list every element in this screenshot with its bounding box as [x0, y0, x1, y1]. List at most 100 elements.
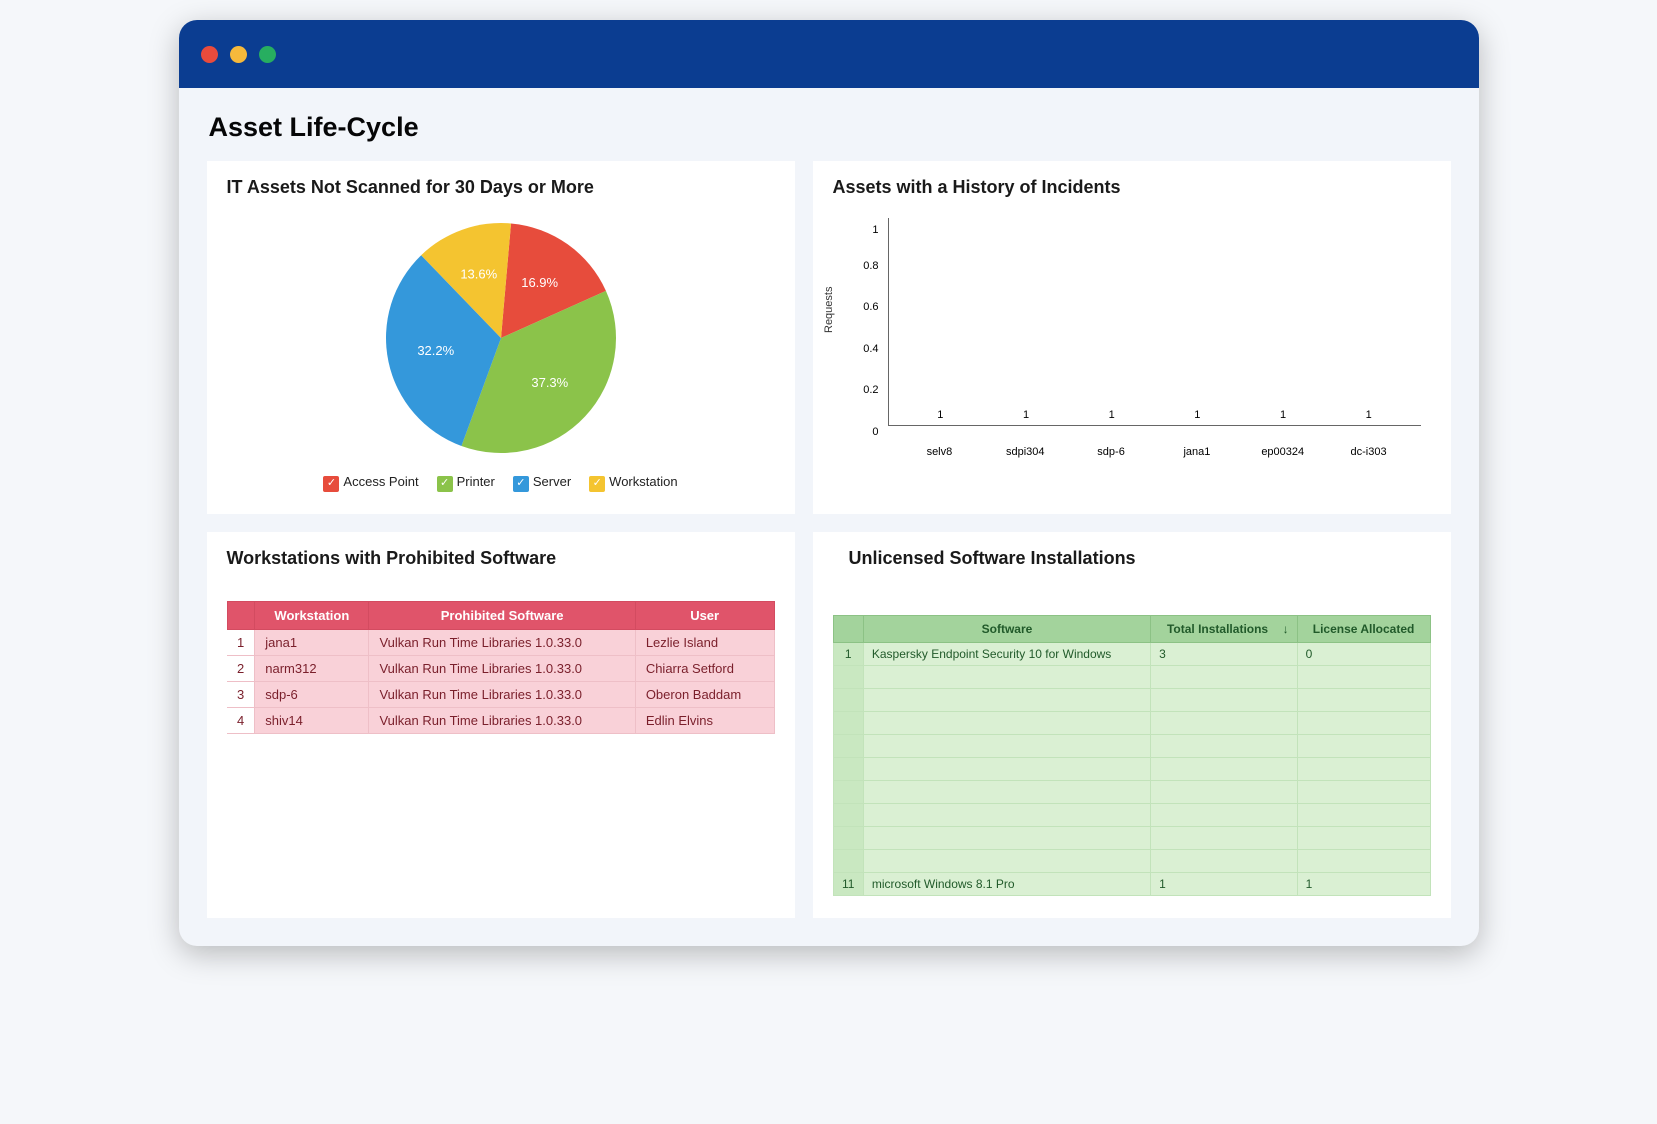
table-cell: [1151, 757, 1298, 780]
table-header[interactable]: Prohibited Software: [369, 601, 635, 629]
table-row[interactable]: 11microsoft Windows 8.1 Pro11: [833, 872, 1430, 895]
bar-y-tick: 0.8: [863, 260, 878, 272]
table-cell: 0: [1297, 642, 1430, 665]
table-cell: jana1: [255, 629, 369, 655]
bar-value-label: 1: [1280, 409, 1286, 421]
table-cell: [863, 665, 1150, 688]
table-row[interactable]: 5: [833, 734, 1430, 757]
table-row[interactable]: 10: [833, 849, 1430, 872]
table-row[interactable]: 9: [833, 826, 1430, 849]
table-row[interactable]: 4shiv14Vulkan Run Time Libraries 1.0.33.…: [227, 707, 774, 733]
bar-x-label: sdp-6: [1077, 446, 1145, 458]
pie-label: 32.2%: [417, 343, 454, 358]
table-cell: 3: [1151, 642, 1298, 665]
table-row[interactable]: 3: [833, 688, 1430, 711]
table-row[interactable]: 6: [833, 757, 1430, 780]
pie-label: 13.6%: [460, 267, 497, 282]
dashboard-content: Asset Life-Cycle IT Assets Not Scanned f…: [179, 88, 1479, 946]
table-cell: [1297, 688, 1430, 711]
table-cell: [1151, 711, 1298, 734]
table-row[interactable]: 8: [833, 803, 1430, 826]
legend-label: Access Point: [343, 474, 418, 489]
legend-item[interactable]: ✓Printer: [437, 474, 495, 492]
card-it-assets-not-scanned: IT Assets Not Scanned for 30 Days or Mor…: [207, 161, 795, 514]
table-row[interactable]: 3sdp-6Vulkan Run Time Libraries 1.0.33.0…: [227, 681, 774, 707]
card-assets-incidents: Assets with a History of Incidents Reque…: [813, 161, 1451, 514]
bar-plot-area: 111111: [888, 218, 1421, 426]
table-cell: [1297, 826, 1430, 849]
row-index: 7: [833, 780, 863, 803]
row-index: 4: [833, 711, 863, 734]
checkmark-icon: ✓: [513, 476, 529, 492]
y-ticks: 00.20.40.60.81: [833, 218, 885, 426]
table-row[interactable]: 7: [833, 780, 1430, 803]
row-index: 3: [227, 681, 255, 707]
table-cell: [1151, 688, 1298, 711]
card-title: Assets with a History of Incidents: [833, 177, 1431, 198]
row-index: 11: [833, 872, 863, 895]
table-cell: Lezlie Island: [635, 629, 774, 655]
pie-chart: 16.9%37.3%32.2%13.6%: [371, 208, 631, 468]
table-row[interactable]: 2: [833, 665, 1430, 688]
page-title: Asset Life-Cycle: [209, 112, 1451, 143]
bar-x-label: ep00324: [1249, 446, 1317, 458]
table-cell: Kaspersky Endpoint Security 10 for Windo…: [863, 642, 1150, 665]
legend-item[interactable]: ✓ Server: [513, 474, 571, 492]
table-cell: [863, 826, 1150, 849]
table-cell: Vulkan Run Time Libraries 1.0.33.0: [369, 707, 635, 733]
row-index: 6: [833, 757, 863, 780]
sort-arrow-icon[interactable]: ↓: [1283, 622, 1289, 636]
x-labels: selv8sdpi304sdp-6jana1ep00324dc-i303: [888, 446, 1421, 458]
table-cell: Oberon Baddam: [635, 681, 774, 707]
table-header[interactable]: Total Installations ↓: [1151, 615, 1298, 642]
legend-label: Workstation: [609, 474, 677, 489]
bar-chart: Requests 00.20.40.60.81 111111 selv8sdpi…: [833, 208, 1431, 458]
table-cell: [1151, 665, 1298, 688]
bar-value-label: 1: [1366, 409, 1372, 421]
bar-value-label: 1: [937, 409, 943, 421]
table-cell: [1297, 757, 1430, 780]
legend-label: Printer: [457, 474, 495, 489]
card-title: IT Assets Not Scanned for 30 Days or Mor…: [227, 177, 775, 198]
pie-legend: ✓Access Point ✓Printer ✓ Server ✓ Workstation: [323, 474, 677, 492]
table-header[interactable]: Software: [863, 615, 1150, 642]
row-index: 2: [227, 655, 255, 681]
bar-x-label: dc-i303: [1335, 446, 1403, 458]
legend-label: Server: [533, 474, 571, 489]
checkmark-icon: ✓: [589, 476, 605, 492]
card-title: Unlicensed Software Installations: [833, 548, 1431, 569]
row-index: 10: [833, 849, 863, 872]
table-cell: narm312: [255, 655, 369, 681]
app-window: Asset Life-Cycle IT Assets Not Scanned f…: [179, 20, 1479, 946]
table-cell: [1151, 849, 1298, 872]
bar-value-label: 1: [1109, 409, 1115, 421]
legend-item[interactable]: ✓Access Point: [323, 474, 418, 492]
row-index: 5: [833, 734, 863, 757]
table-row[interactable]: 2narm312Vulkan Run Time Libraries 1.0.33…: [227, 655, 774, 681]
unlicensed-software-table: SoftwareTotal Installations ↓License All…: [833, 615, 1431, 896]
table-row[interactable]: 4: [833, 711, 1430, 734]
table-header[interactable]: License Allocated: [1297, 615, 1430, 642]
table-header[interactable]: Workstation: [255, 601, 369, 629]
table-cell: [1297, 780, 1430, 803]
table-cell: Vulkan Run Time Libraries 1.0.33.0: [369, 655, 635, 681]
window-maximize-icon[interactable]: [259, 46, 276, 63]
window-minimize-icon[interactable]: [230, 46, 247, 63]
table-cell: [1151, 734, 1298, 757]
titlebar: [179, 20, 1479, 88]
table-cell: [1151, 826, 1298, 849]
table-cell: Vulkan Run Time Libraries 1.0.33.0: [369, 629, 635, 655]
table-cell: [1297, 803, 1430, 826]
bar-y-tick: 0.6: [863, 301, 878, 313]
row-index: 9: [833, 826, 863, 849]
legend-item[interactable]: ✓ Workstation: [589, 474, 677, 492]
card-workstations-prohibited: Workstations with Prohibited Software Wo…: [207, 532, 795, 918]
card-title: Workstations with Prohibited Software: [227, 548, 775, 569]
window-close-icon[interactable]: [201, 46, 218, 63]
table-row[interactable]: 1jana1Vulkan Run Time Libraries 1.0.33.0…: [227, 629, 774, 655]
table-cell: [863, 757, 1150, 780]
row-index: 1: [227, 629, 255, 655]
table-row[interactable]: 1Kaspersky Endpoint Security 10 for Wind…: [833, 642, 1430, 665]
table-cell: microsoft Windows 8.1 Pro: [863, 872, 1150, 895]
table-header[interactable]: User: [635, 601, 774, 629]
